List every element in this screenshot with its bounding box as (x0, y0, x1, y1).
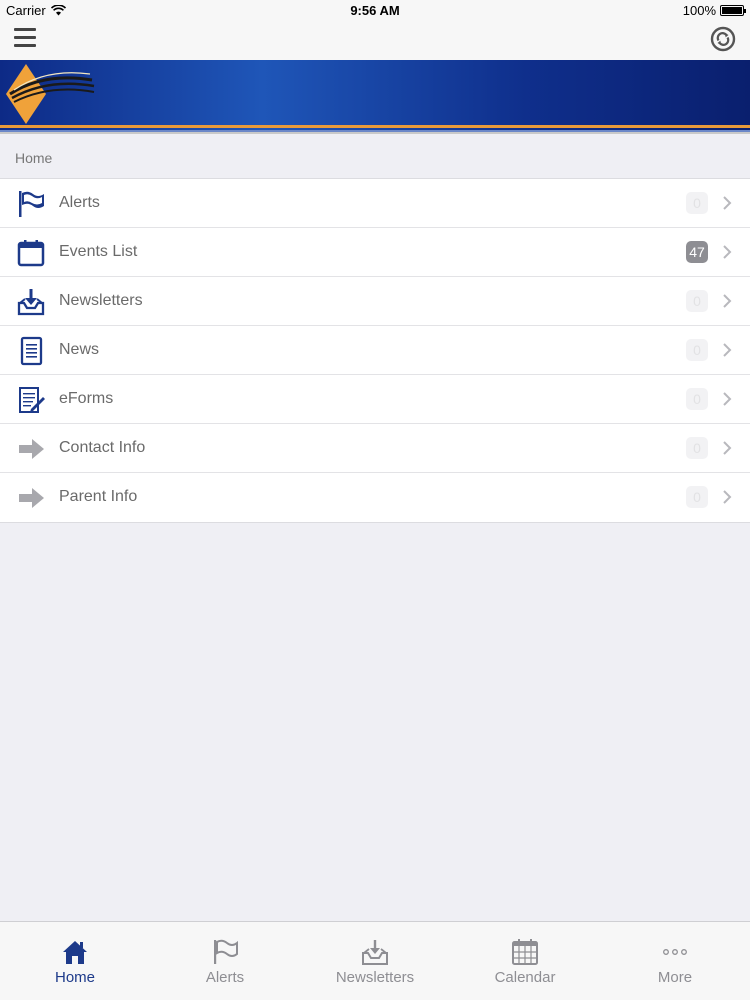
menu-item-events-list[interactable]: Events List 47 (0, 228, 750, 277)
status-time: 9:56 AM (350, 3, 400, 18)
count-badge: 0 (686, 437, 708, 459)
school-logo (6, 64, 95, 124)
tab-calendar[interactable]: Calendar (450, 922, 600, 1000)
battery-icon (720, 5, 746, 16)
calendar-grid-icon (512, 939, 538, 965)
menu-item-label: Events List (59, 243, 138, 260)
count-badge: 47 (686, 241, 708, 263)
chevron-right-icon (723, 490, 732, 504)
count-badge: 0 (686, 339, 708, 361)
calendar-icon (17, 240, 45, 267)
menu-item-label: Parent Info (59, 488, 138, 505)
tab-label: More (657, 969, 693, 986)
battery-percent: 100% (682, 3, 716, 18)
flag-icon (214, 939, 238, 964)
menu-item-label: News (59, 341, 100, 358)
tab-label: Home (54, 969, 95, 986)
count-badge: 0 (686, 486, 708, 508)
count-badge: 0 (686, 388, 708, 410)
menu-item-eforms[interactable]: eForms 0 (0, 375, 750, 424)
count-badge: 0 (686, 192, 708, 214)
inbox-download-icon (362, 940, 388, 965)
menu-item-alerts[interactable]: Alerts 0 (0, 179, 750, 228)
menu-item-news[interactable]: News 0 (0, 326, 750, 375)
chevron-right-icon (723, 441, 732, 455)
flag-icon (19, 191, 44, 217)
chevron-right-icon (723, 343, 732, 357)
tab-more[interactable]: More (600, 922, 750, 1000)
more-dots-icon (663, 949, 687, 955)
chevron-right-icon (723, 392, 732, 406)
chevron-right-icon (723, 245, 732, 259)
menu-item-label: Contact Info (59, 439, 146, 456)
chevron-right-icon (723, 294, 732, 308)
count-badge: 0 (686, 290, 708, 312)
menu-item-newsletters[interactable]: Newsletters 0 (0, 277, 750, 326)
breadcrumb: Home (15, 150, 53, 166)
tab-home[interactable]: Home (0, 922, 150, 1000)
arrow-right-icon (19, 439, 44, 459)
nav-bar (0, 20, 750, 60)
home-icon (63, 941, 87, 964)
tab-label: Calendar (494, 969, 556, 986)
arrow-right-icon (19, 488, 44, 508)
tab-bar: Home Alerts Newsletters Calendar More (0, 921, 750, 1000)
tab-label: Newsletters (335, 969, 415, 986)
menu-list: Alerts 0 Events List 47 Newsletters 0 Ne… (0, 178, 750, 523)
inbox-download-icon (17, 289, 45, 316)
hamburger-menu-icon[interactable] (14, 28, 36, 48)
menu-item-label: Newsletters (59, 292, 143, 309)
battery-group: 100% (682, 3, 746, 18)
menu-item-contact-info[interactable]: Contact Info 0 (0, 424, 750, 473)
menu-item-label: eForms (59, 390, 114, 407)
status-bar: Carrier 9:56 AM 100% (0, 0, 750, 20)
menu-item-label: Alerts (59, 194, 100, 211)
menu-item-parent-info[interactable]: Parent Info 0 (0, 473, 750, 522)
tab-newsletters[interactable]: Newsletters (300, 922, 450, 1000)
chevron-right-icon (723, 196, 732, 210)
form-pencil-icon (19, 387, 45, 413)
document-icon (20, 336, 43, 366)
tab-alerts[interactable]: Alerts (150, 922, 300, 1000)
header-banner (0, 60, 750, 134)
tab-label: Alerts (205, 969, 245, 986)
sync-icon[interactable] (710, 26, 736, 52)
